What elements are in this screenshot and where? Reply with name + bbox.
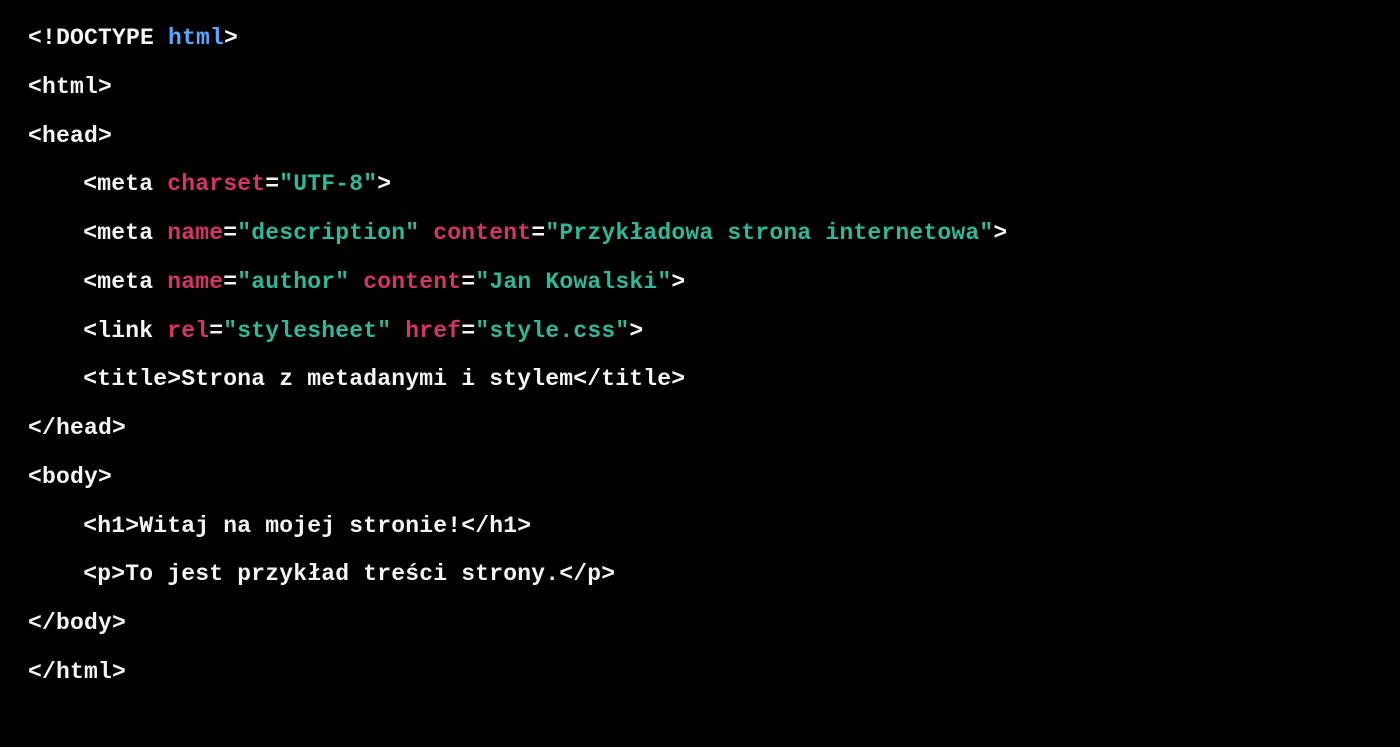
code-line: <meta name="author" content="Jan Kowalsk… — [28, 269, 685, 295]
attr-value: "Przykładowa strona internetowa" — [545, 220, 993, 246]
code-line: <meta charset="UTF-8"> — [28, 171, 391, 197]
code-line: <body> — [28, 464, 112, 490]
tag-html-open: <html> — [28, 74, 112, 100]
code-line: </body> — [28, 610, 126, 636]
attr-value: "stylesheet" — [223, 318, 391, 344]
tag-head-open: <head> — [28, 123, 112, 149]
tag-title: <title>Strona z metadanymi i stylem</tit… — [83, 366, 685, 392]
code-line: <html> — [28, 74, 112, 100]
attr-content: content — [433, 220, 531, 246]
tag-h1: <h1>Witaj na mojej stronie!</h1> — [83, 513, 531, 539]
attr-value: "style.css" — [475, 318, 629, 344]
attr-value: "UTF-8" — [279, 171, 377, 197]
code-line: </head> — [28, 415, 126, 441]
tag-link: <link — [83, 318, 167, 344]
tag-head-close: </head> — [28, 415, 126, 441]
code-line: <title>Strona z metadanymi i stylem</tit… — [28, 366, 685, 392]
tag-body-open: <body> — [28, 464, 112, 490]
code-line: <h1>Witaj na mojej stronie!</h1> — [28, 513, 531, 539]
doctype-close: > — [224, 25, 238, 51]
doctype-open: <!DOCTYPE — [28, 25, 168, 51]
attr-name: name — [167, 220, 223, 246]
tag-meta: <meta — [83, 171, 167, 197]
code-block: <!DOCTYPE html> <html> <head> <meta char… — [0, 0, 1400, 711]
code-line: <head> — [28, 123, 112, 149]
code-line: <link rel="stylesheet" href="style.css"> — [28, 318, 643, 344]
attr-charset: charset — [167, 171, 265, 197]
attr-rel: rel — [167, 318, 209, 344]
code-line: <!DOCTYPE html> — [28, 25, 238, 51]
tag-body-close: </body> — [28, 610, 126, 636]
attr-content: content — [363, 269, 461, 295]
doctype-keyword: html — [168, 25, 224, 51]
attr-value: "author" — [237, 269, 349, 295]
attr-name: name — [167, 269, 223, 295]
tag-meta: <meta — [83, 269, 167, 295]
attr-value: "description" — [237, 220, 419, 246]
code-line: <p>To jest przykład treści strony.</p> — [28, 561, 615, 587]
code-line: </html> — [28, 659, 126, 685]
attr-value: "Jan Kowalski" — [475, 269, 671, 295]
attr-href: href — [405, 318, 461, 344]
tag-html-close: </html> — [28, 659, 126, 685]
tag-p: <p>To jest przykład treści strony.</p> — [83, 561, 615, 587]
tag-meta: <meta — [83, 220, 167, 246]
code-line: <meta name="description" content="Przykł… — [28, 220, 1007, 246]
